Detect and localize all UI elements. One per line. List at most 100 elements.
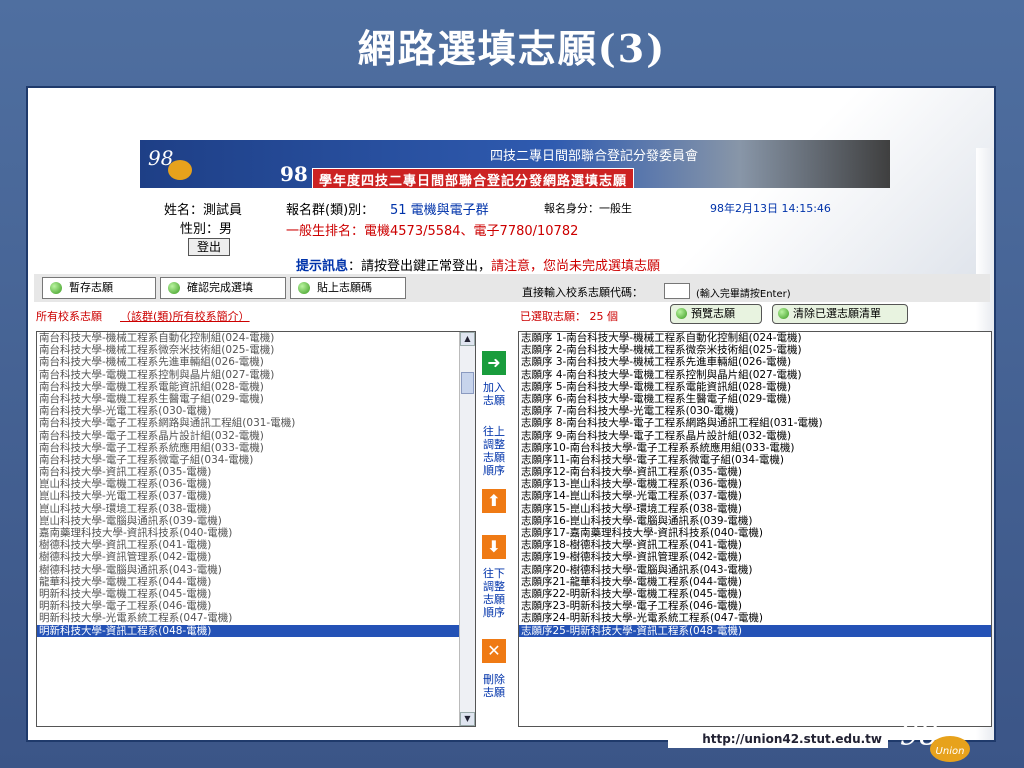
- list-item[interactable]: 南台科技大學-電機工程系電能資訊組(028-電機): [37, 381, 475, 393]
- selected-wish-item[interactable]: 志願序 4-南台科技大學-電機工程系控制與晶片組(027-電機): [519, 369, 991, 381]
- list-item[interactable]: 樹德科技大學-資訊工程系(041-電機): [37, 539, 475, 551]
- list-item[interactable]: 樹德科技大學-電腦與通訊系(043-電機): [37, 564, 475, 576]
- code-input-hint: (輸入完畢請按Enter): [696, 289, 791, 300]
- move-down-button[interactable]: ⬇: [482, 535, 506, 559]
- banner-committee: 四技二專日間部聯合登記分發委員會: [490, 149, 699, 164]
- list-item[interactable]: 南台科技大學-資訊工程系(035-電機): [37, 466, 475, 478]
- list-item[interactable]: 南台科技大學-光電工程系(030-電機): [37, 405, 475, 417]
- list-item[interactable]: 南台科技大學-機械工程系微奈米技術組(025-電機): [37, 344, 475, 356]
- save-wishes-button[interactable]: 暫存志願: [42, 277, 156, 299]
- list-item[interactable]: 明新科技大學-資訊工程系(048-電機): [37, 624, 475, 637]
- list-item[interactable]: 南台科技大學-電子工程系晶片設計組(032-電機): [37, 430, 475, 442]
- selected-wish-item[interactable]: 志願序 8-南台科技大學-電子工程系網路與通訊工程組(031-電機): [519, 417, 991, 429]
- list-item[interactable]: 南台科技大學-機械工程系先進車輛組(026-電機): [37, 356, 475, 368]
- banner-subtitle: 學年度四技二專日間部聯合登記分發網路選填志願: [312, 168, 635, 188]
- selected-wish-item[interactable]: 志願序 9-南台科技大學-電子工程系晶片設計組(032-電機): [519, 430, 991, 442]
- user-name: 姓名：測試員: [164, 203, 243, 218]
- move-up-label: 往上調整志願順序: [483, 425, 505, 477]
- slide-title: 網路選填志願(3): [357, 26, 667, 71]
- scroll-up-icon[interactable]: ▲: [460, 332, 475, 346]
- logout-button[interactable]: 登出: [188, 238, 230, 256]
- selected-wish-item[interactable]: 志願序23-明新科技大學-電子工程系(046-電機): [519, 600, 991, 612]
- all-wishes-list[interactable]: 南台科技大學-機械工程系自動化控制組(024-電機) 南台科技大學-機械工程系微奈…: [36, 331, 476, 727]
- selected-wish-item[interactable]: 志願序25-明新科技大學-資訊工程系(048-電機): [519, 624, 991, 637]
- delete-wish-button[interactable]: ✕: [482, 639, 506, 663]
- list-item[interactable]: 南台科技大學-電機工程系生醫電子組(029-電機): [37, 393, 475, 405]
- selected-wish-item[interactable]: 志願序13-崑山科技大學-電機工程系(036-電機): [519, 478, 991, 490]
- selected-wishes-list[interactable]: 志願序 1-南台科技大學-機械工程系自動化控制組(024-電機) 志願序 2-南台…: [518, 331, 992, 727]
- notice-warning: 請注意，您尚未完成選填志願: [491, 259, 661, 274]
- list-item[interactable]: 南台科技大學-電子工程系微電子組(034-電機): [37, 454, 475, 466]
- notice-message: 提示訊息：請按登出鍵正常登出，請注意，您尚未完成選填志願: [296, 255, 660, 274]
- selected-wish-item[interactable]: 志願序 5-南台科技大學-電機工程系電能資訊組(028-電機): [519, 381, 991, 393]
- paste-code-button[interactable]: 貼上志願碼: [290, 277, 406, 299]
- selected-wish-item[interactable]: 志願序16-崑山科技大學-電腦與通訊系(039-電機): [519, 515, 991, 527]
- list-item[interactable]: 崑山科技大學-光電工程系(037-電機): [37, 490, 475, 502]
- move-down-label: 往下調整志願順序: [483, 567, 505, 619]
- group-intro-link[interactable]: （該群(類)所有校系簡介）: [120, 308, 250, 324]
- selected-wish-item[interactable]: 志願序 2-南台科技大學-機械工程系微奈米技術組(025-電機): [519, 344, 991, 356]
- list-item[interactable]: 明新科技大學-電機工程系(045-電機): [37, 588, 475, 600]
- list-item[interactable]: 明新科技大學-電子工程系(046-電機): [37, 600, 475, 612]
- clear-list-button[interactable]: 清除已選志願清單: [772, 304, 908, 324]
- gem-icon: [676, 308, 687, 319]
- confirm-button[interactable]: 確認完成選填: [160, 277, 286, 299]
- list-item[interactable]: 南台科技大學-機械工程系自動化控制組(024-電機): [37, 332, 475, 344]
- add-wish-button[interactable]: ➜: [482, 351, 506, 375]
- header-banner: 98 四技二專日間部聯合登記分發委員會 98 學年度四技二專日間部聯合登記分發網…: [140, 140, 890, 188]
- selected-wish-item[interactable]: 志願序19-樹德科技大學-資訊管理系(042-電機): [519, 551, 991, 563]
- left-scrollbar[interactable]: ▲ ▼: [459, 332, 475, 726]
- group-label: 報名群(類)別：: [286, 203, 375, 218]
- list-item[interactable]: 南台科技大學-電子工程系網路與通訊工程組(031-電機): [37, 417, 475, 429]
- browser-frame: 98 四技二專日間部聯合登記分發委員會 98 學年度四技二專日間部聯合登記分發網…: [26, 86, 996, 742]
- selected-wish-item[interactable]: 志願序10-南台科技大學-電子工程系系統應用組(033-電機): [519, 442, 991, 454]
- selected-wish-item[interactable]: 志願序24-明新科技大學-光電系統工程系(047-電機): [519, 612, 991, 624]
- code-input-label: 直接輸入校系志願代碼：: [522, 286, 643, 299]
- selected-wish-item[interactable]: 志願序11-南台科技大學-電子工程系微電子組(034-電機): [519, 454, 991, 466]
- selected-wish-item[interactable]: 志願序 1-南台科技大學-機械工程系自動化控制組(024-電機): [519, 332, 991, 344]
- selected-wish-item[interactable]: 志願序21-龍華科技大學-電機工程系(044-電機): [519, 576, 991, 588]
- code-input[interactable]: [664, 283, 690, 299]
- list-item[interactable]: 龍華科技大學-電機工程系(044-電機): [37, 576, 475, 588]
- notice-label: 提示訊息: [296, 259, 349, 274]
- selected-wish-item[interactable]: 志願序 3-南台科技大學-機械工程系先進車輛組(026-電機): [519, 356, 991, 368]
- scroll-down-icon[interactable]: ▼: [460, 712, 475, 726]
- list-item[interactable]: 樹德科技大學-資訊管理系(042-電機): [37, 551, 475, 563]
- list-item[interactable]: 明新科技大學-光電系統工程系(047-電機): [37, 612, 475, 624]
- datetime-label: 98年2月13日 14:15:46: [710, 202, 831, 215]
- user-gender: 性別：男: [180, 222, 233, 237]
- application-page: 98 四技二專日間部聯合登記分發委員會 98 學年度四技二專日間部聯合登記分發網…: [34, 140, 992, 740]
- selected-wish-item[interactable]: 志願序 6-南台科技大學-電機工程系生醫電子組(029-電機): [519, 393, 991, 405]
- selected-wish-item[interactable]: 志願序17-嘉南藥理科技大學-資訊科技系(040-電機): [519, 527, 991, 539]
- site-url[interactable]: http://union42.stut.edu.tw: [668, 730, 888, 748]
- identity-label: 報名身分：一般生: [544, 202, 632, 215]
- gem-icon: [168, 282, 180, 294]
- selected-count: 已選取志願： 25 個: [520, 310, 618, 323]
- list-item[interactable]: 崑山科技大學-電腦與通訊系(039-電機): [37, 515, 475, 527]
- move-up-button[interactable]: ⬆: [482, 489, 506, 513]
- scroll-thumb[interactable]: [461, 372, 474, 394]
- selected-wish-item[interactable]: 志願序18-樹德科技大學-資訊工程系(041-電機): [519, 539, 991, 551]
- selected-wish-item[interactable]: 志願序15-崑山科技大學-環境工程系(038-電機): [519, 503, 991, 515]
- rank-text: 一般生排名：電機4573/5584、電子7780/10782: [286, 224, 579, 239]
- list-item[interactable]: 南台科技大學-電子工程系系統應用組(033-電機): [37, 442, 475, 454]
- group-value: 51 電機與電子群: [390, 203, 489, 218]
- list-item[interactable]: 崑山科技大學-環境工程系(038-電機): [37, 503, 475, 515]
- banner-logo: 98: [148, 146, 196, 182]
- list-item[interactable]: 崑山科技大學-電機工程系(036-電機): [37, 478, 475, 490]
- banner-year: 98: [280, 162, 308, 186]
- gem-icon: [50, 282, 62, 294]
- add-wish-label: 加入志願: [483, 381, 505, 407]
- selected-wish-item[interactable]: 志願序14-崑山科技大學-光電工程系(037-電機): [519, 490, 991, 502]
- selected-wish-item[interactable]: 志願序20-樹德科技大學-電腦與通訊系(043-電機): [519, 564, 991, 576]
- all-wishes-label: 所有校系志願: [36, 310, 102, 323]
- delete-wish-label: 刪除志願: [483, 673, 505, 699]
- selected-wish-item[interactable]: 志願序12-南台科技大學-資訊工程系(035-電機): [519, 466, 991, 478]
- gem-icon: [298, 282, 310, 294]
- selected-wish-item[interactable]: 志願序22-明新科技大學-電機工程系(045-電機): [519, 588, 991, 600]
- selected-wish-item[interactable]: 志願序 7-南台科技大學-光電工程系(030-電機): [519, 405, 991, 417]
- list-item[interactable]: 嘉南藥理科技大學-資訊科技系(040-電機): [37, 527, 475, 539]
- gem-icon: [778, 308, 789, 319]
- preview-button[interactable]: 預覽志願: [670, 304, 762, 324]
- list-item[interactable]: 南台科技大學-電機工程系控制與晶片組(027-電機): [37, 369, 475, 381]
